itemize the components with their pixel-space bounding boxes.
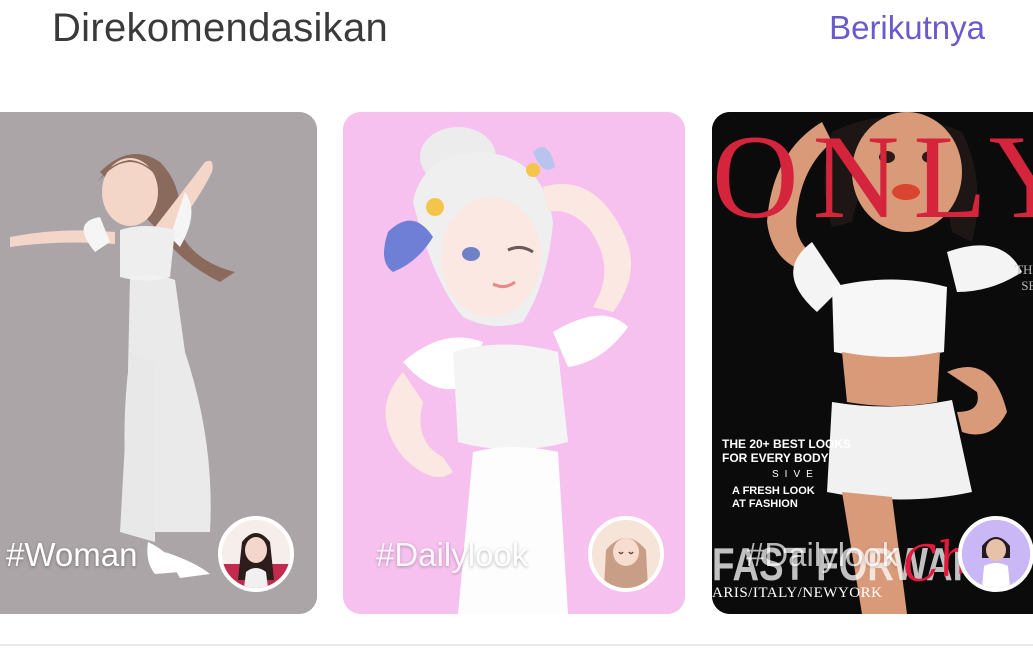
creator-avatar[interactable] <box>588 516 664 592</box>
next-link[interactable]: Berikutnya <box>829 9 985 47</box>
magazine-title: ONLY <box>712 112 1033 243</box>
creator-avatar-image <box>962 520 1030 588</box>
recommended-card-woman[interactable]: #Woman <box>0 112 317 614</box>
card-hashtag: #Dailylook <box>746 536 899 573</box>
recommended-card-magazine[interactable]: ONLY THE N SEAS THE 20+ BEST LOOKS FOR E… <box>712 112 1033 614</box>
magazine-cities: ARIS/ITALY/NEWYORK <box>712 585 883 601</box>
recommended-carousel[interactable]: #Woman #Dailylook ONL TH SE THE 20+ BEST… <box>0 112 1033 614</box>
magazine-fresh-look: A FRESH LOOK AT FASHION <box>732 485 815 510</box>
magazine-exclusive: SIVE <box>772 469 819 480</box>
section-title: Direkomendasikan <box>52 6 389 50</box>
creator-avatar-image <box>222 520 290 588</box>
card-hashtag: #Woman <box>6 536 138 573</box>
creator-avatar-image <box>592 520 660 588</box>
creator-avatar[interactable] <box>958 516 1033 592</box>
recommended-card-dailylook[interactable]: #Dailylook <box>343 112 685 614</box>
magazine-headline: THE 20+ BEST LOOKS FOR EVERY BODY <box>722 437 852 465</box>
section-divider <box>0 644 1033 646</box>
card-hashtag: #Dailylook <box>376 536 529 573</box>
creator-avatar[interactable] <box>218 516 294 592</box>
section-header: Direkomendasikan Berikutnya <box>0 0 1033 60</box>
magazine-side-text: THE N SEAS <box>1015 262 1033 293</box>
